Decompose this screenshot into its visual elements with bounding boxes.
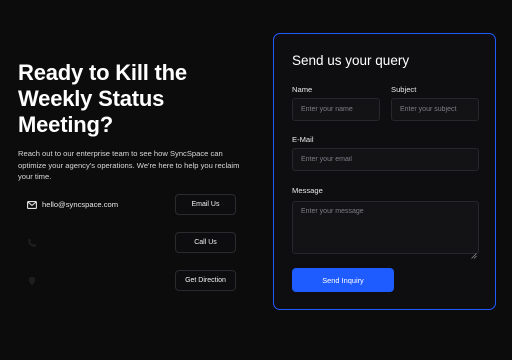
contact-email-text[interactable]: hello@syncspace.com: [42, 199, 118, 211]
contact-row-phone: Call Us: [18, 232, 238, 254]
send-inquiry-button[interactable]: Send Inquiry: [292, 268, 394, 292]
email-input[interactable]: [292, 148, 479, 171]
message-textarea[interactable]: [292, 201, 479, 254]
name-label: Name: [292, 85, 313, 94]
call-us-button[interactable]: Call Us: [175, 232, 236, 253]
intro-text: Reach out to our enterprise team to see …: [18, 149, 240, 181]
contact-row-location: Get Direction: [18, 270, 238, 292]
subject-input[interactable]: [391, 98, 479, 121]
message-label: Message: [292, 186, 323, 195]
get-direction-button[interactable]: Get Direction: [175, 270, 236, 291]
subject-label: Subject: [391, 85, 417, 94]
form-title: Send us your query: [292, 53, 410, 68]
phone-icon: [26, 237, 38, 249]
name-input[interactable]: [292, 98, 380, 121]
contact-row-email: hello@syncspace.com Email Us: [18, 194, 238, 216]
contact-page: Ready to Kill the Weekly Status Meeting?…: [0, 0, 512, 360]
mail-icon: [26, 199, 38, 211]
email-label: E-Mail: [292, 135, 314, 144]
resize-handle-icon[interactable]: [471, 246, 477, 259]
email-us-button[interactable]: Email Us: [175, 194, 236, 215]
page-headline: Ready to Kill the Weekly Status Meeting?: [18, 60, 187, 137]
query-form-card: Send us your query Name Subject E-Mail M…: [273, 33, 496, 310]
location-icon: [26, 275, 38, 287]
